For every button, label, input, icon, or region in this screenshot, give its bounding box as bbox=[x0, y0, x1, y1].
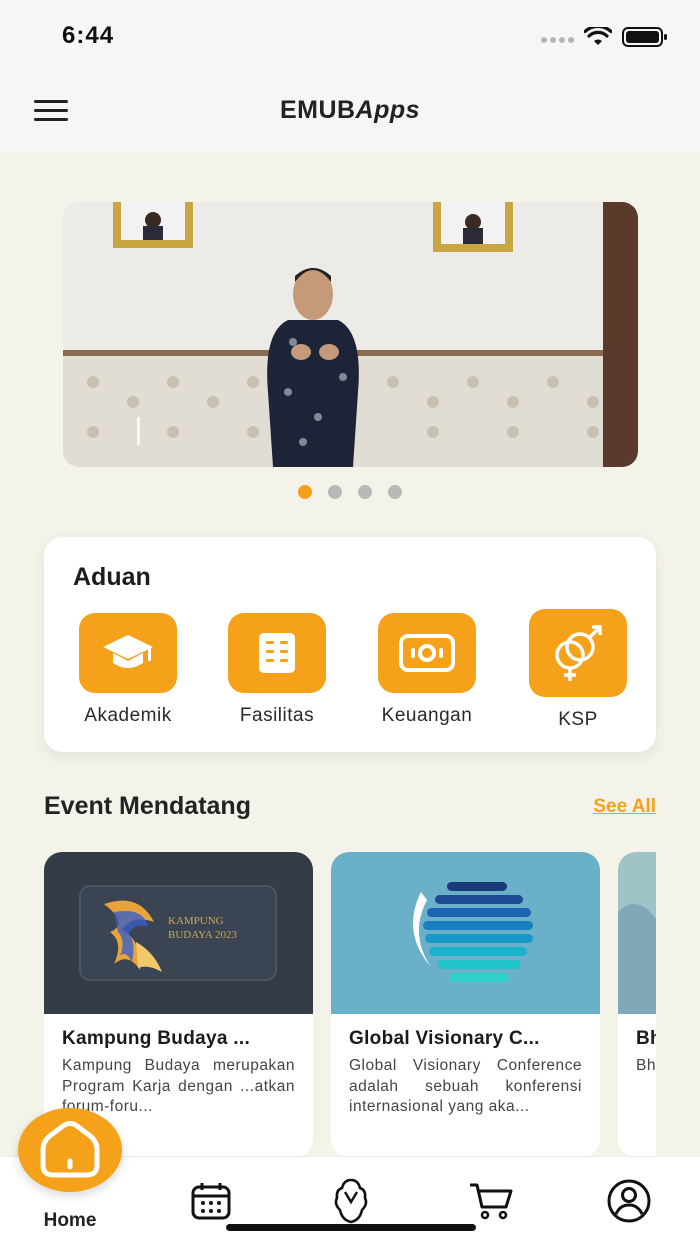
app-title-italic: Apps bbox=[355, 96, 421, 124]
nav-gesture[interactable] bbox=[326, 1178, 376, 1224]
status-time: 6:44 bbox=[62, 22, 115, 49]
nav-calendar[interactable] bbox=[186, 1179, 236, 1223]
status-bar: 6:44 bbox=[0, 0, 700, 72]
events-section-title: Event Mendatang bbox=[44, 792, 251, 820]
aduan-fasilitas-label: Fasilitas bbox=[239, 705, 315, 726]
hand-icon bbox=[334, 1178, 368, 1224]
carousel-indicator bbox=[0, 485, 700, 499]
aduan-fasilitas-button[interactable]: Fasilitas bbox=[207, 613, 347, 727]
user-icon bbox=[607, 1179, 651, 1223]
carousel-dot[interactable] bbox=[358, 485, 372, 499]
event-image: KAMPUNG BUDAYA 2023 bbox=[44, 852, 313, 1014]
aduan-card: Aduan Akademik Fasilitas Keuangan KSP bbox=[44, 537, 656, 752]
home-indicator bbox=[226, 1224, 476, 1231]
see-all-link[interactable]: See All bbox=[593, 796, 656, 818]
event-title: Bh... bbox=[636, 1028, 656, 1049]
home-label: Home bbox=[43, 1210, 97, 1231]
signal-icon bbox=[541, 37, 574, 43]
aduan-title: Aduan bbox=[73, 563, 151, 591]
nav-cart[interactable] bbox=[466, 1179, 516, 1223]
event-image bbox=[618, 852, 656, 1014]
app-title: EMUBApps bbox=[0, 96, 700, 125]
building-icon bbox=[228, 613, 326, 693]
graduation-cap-icon bbox=[79, 613, 177, 693]
carousel-dot[interactable] bbox=[388, 485, 402, 499]
aduan-ksp-label: KSP bbox=[558, 709, 598, 730]
aduan-keuangan-label: Keuangan bbox=[381, 705, 473, 726]
event-title: Global Visionary C... bbox=[349, 1028, 540, 1049]
event-title: Kampung Budaya ... bbox=[62, 1028, 251, 1049]
nav-profile[interactable] bbox=[604, 1179, 654, 1223]
calendar-icon bbox=[191, 1183, 231, 1220]
carousel-dot[interactable] bbox=[298, 485, 312, 499]
status-icons bbox=[541, 26, 668, 48]
home-icon bbox=[40, 1121, 100, 1178]
app-title-main: EMUB bbox=[279, 96, 356, 124]
battery-icon bbox=[622, 27, 667, 47]
events-list: KAMPUNG BUDAYA 2023 Kampung Budaya ... K… bbox=[44, 852, 656, 1157]
aduan-keuangan-button[interactable]: Keuangan bbox=[357, 613, 497, 727]
aduan-ksp-button[interactable]: KSP bbox=[508, 609, 648, 731]
money-icon bbox=[378, 613, 476, 693]
event-image bbox=[331, 852, 600, 1014]
app-header: EMUBApps bbox=[0, 72, 700, 152]
event-description: Bh (Br Ba m... bbox=[636, 1057, 656, 1074]
banner-photo bbox=[63, 202, 638, 467]
carousel-banner[interactable] bbox=[63, 202, 638, 467]
home-button[interactable] bbox=[18, 1108, 122, 1192]
aduan-akademik-label: Akademik bbox=[84, 705, 172, 726]
event-image-text-1: KAMPUNG bbox=[168, 915, 224, 927]
gender-icon bbox=[529, 609, 627, 697]
event-card[interactable]: Global Visionary C... Global Visionary C… bbox=[331, 852, 600, 1157]
carousel-dot[interactable] bbox=[328, 485, 342, 499]
event-description: Global Visionary Conference adalah sebua… bbox=[349, 1057, 582, 1115]
event-image-text-2: BUDAYA 2023 bbox=[168, 929, 237, 941]
event-card[interactable]: Bh... Bh (Br Ba m... bbox=[618, 852, 656, 1157]
cart-icon bbox=[470, 1183, 513, 1220]
aduan-akademik-button[interactable]: Akademik bbox=[58, 613, 198, 727]
wifi-icon bbox=[584, 27, 612, 45]
